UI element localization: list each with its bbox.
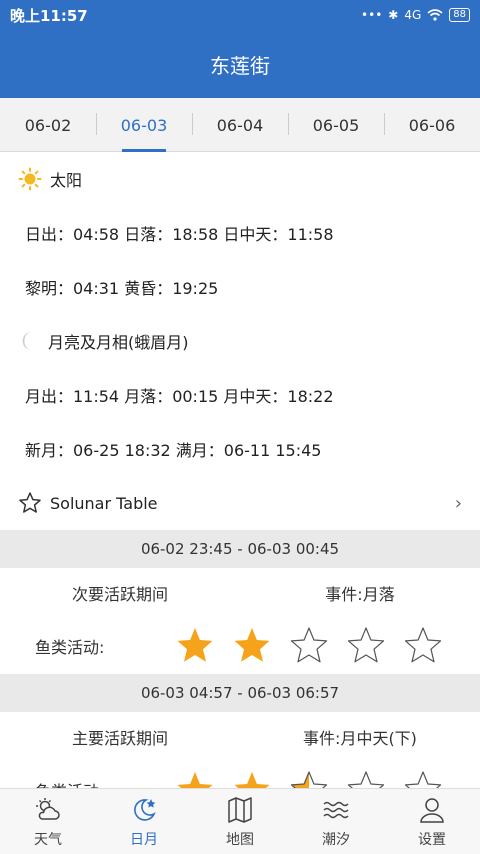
sun-section-title: 太阳 <box>50 171 83 190</box>
star-empty-icon <box>347 627 385 663</box>
nav-sun-moon[interactable]: 日月 <box>96 789 192 854</box>
solunar-table-header[interactable]: Solunar Table › <box>0 476 480 530</box>
star-empty-icon <box>290 627 328 663</box>
moon-icon <box>22 331 32 351</box>
sun-section-header: 太阳 <box>0 152 480 206</box>
chevron-right-icon: › <box>454 492 462 514</box>
period-event: 事件:月中天(下) <box>303 729 417 748</box>
fish-activity-label: 鱼类活动: <box>35 778 175 788</box>
map-icon <box>228 796 252 823</box>
period-time-range: 06-02 23:45 - 06-03 00:45 <box>0 530 480 568</box>
content-area[interactable]: 太阳 日出：04:58 日落：18:58 日中天：11:58 黎明：04:31 … <box>0 152 480 788</box>
network-type: 4G <box>404 8 422 22</box>
nav-map[interactable]: 地图 <box>192 789 288 854</box>
date-tabs: 06-02 06-03 06-04 06-05 06-06 <box>0 98 480 152</box>
nav-weather[interactable]: 天气 <box>0 789 96 854</box>
fish-activity-row: 鱼类活动: <box>0 618 480 674</box>
status-icons: ••• ✱ 4G 88 <box>361 8 470 22</box>
person-icon <box>420 797 444 823</box>
sun-icon <box>18 167 42 191</box>
weather-icon <box>36 797 60 820</box>
page-title: 东莲街 <box>210 53 270 78</box>
nav-tide[interactable]: 潮汐 <box>288 789 384 854</box>
fish-activity-row: 鱼类活动: <box>0 762 480 788</box>
sun-dawn-dusk: 黎明：04:31 黄昏：19:25 <box>25 279 219 298</box>
signal-dots-icon: ••• <box>361 8 383 22</box>
tab-date-5[interactable]: 06-06 <box>384 98 480 152</box>
star-empty-icon <box>404 627 442 663</box>
nav-map-label: 地图 <box>226 831 254 848</box>
period-type: 主要活跃期间 <box>71 729 168 748</box>
nav-sun-moon-label: 日月 <box>130 831 158 848</box>
moon-phases: 新月：06-25 18:32 满月：06-11 15:45 <box>25 441 322 460</box>
solunar-title: Solunar Table <box>50 493 158 513</box>
star-empty-icon <box>347 771 385 788</box>
star-empty-icon <box>404 771 442 788</box>
star-filled-icon <box>234 628 270 662</box>
sun-rise-set: 日出：04:58 日落：18:58 日中天：11:58 <box>25 225 334 244</box>
nav-settings[interactable]: 设置 <box>384 789 480 854</box>
moon-rise-set: 月出：11:54 月落：00:15 月中天：18:22 <box>25 387 334 406</box>
tab-date-4[interactable]: 06-05 <box>288 98 384 152</box>
star-filled-icon <box>177 628 213 662</box>
bluetooth-icon: ✱ <box>388 8 399 22</box>
star-filled-icon <box>177 772 213 788</box>
moon-section-title: 月亮及月相(蛾眉月) <box>48 333 189 352</box>
star-half-icon <box>290 771 328 788</box>
bottom-nav: 天气 日月 地图 潮汐 设置 <box>0 788 480 854</box>
period-info: 次要活跃期间 事件:月落 <box>0 568 480 618</box>
rating-stars <box>175 770 443 788</box>
tab-date-3[interactable]: 06-04 <box>192 98 288 152</box>
star-outline-icon <box>19 492 41 513</box>
rating-stars <box>175 626 443 666</box>
period-event: 事件:月落 <box>325 585 395 604</box>
status-bar: 晚上11:57 ••• ✱ 4G 88 <box>0 0 480 30</box>
status-time: 晚上11:57 <box>10 6 88 25</box>
period-info: 主要活跃期间 事件:月中天(下) <box>0 712 480 762</box>
nav-tide-label: 潮汐 <box>322 831 350 848</box>
nav-settings-label: 设置 <box>418 831 446 848</box>
nav-weather-label: 天气 <box>34 831 62 848</box>
tab-date-2[interactable]: 06-03 <box>96 98 192 152</box>
moon-star-icon <box>134 798 156 821</box>
waves-icon <box>323 801 349 818</box>
period-time-range: 06-03 04:57 - 06-03 06:57 <box>0 674 480 712</box>
battery-indicator: 88 <box>449 8 470 22</box>
fish-activity-label: 鱼类活动: <box>35 638 105 657</box>
star-filled-icon <box>234 772 270 788</box>
period-type: 次要活跃期间 <box>71 585 168 604</box>
wifi-icon <box>427 9 443 21</box>
tab-date-1[interactable]: 06-02 <box>0 98 96 152</box>
moon-section-header: 月亮及月相(蛾眉月) <box>0 314 480 368</box>
app-bar: 东莲街 <box>0 30 480 98</box>
